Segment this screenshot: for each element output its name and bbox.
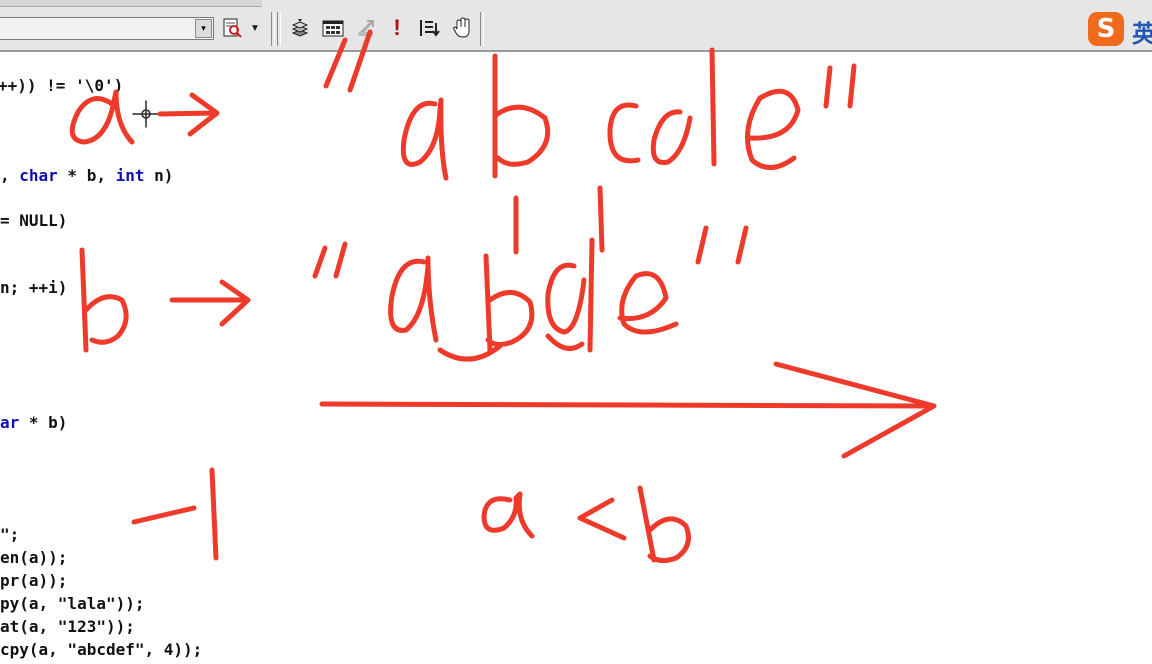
combo-dropdown-button[interactable]: ▾ [195, 19, 212, 38]
code-line: pr(a)); [0, 571, 68, 590]
build-icon[interactable] [320, 16, 346, 40]
ime-mode-label[interactable]: 英 [1132, 14, 1152, 49]
toolbar-top-strip [0, 0, 262, 7]
code-line: , char * b, int n) [0, 166, 174, 185]
sogou-logo-icon: S [1088, 12, 1124, 46]
code-line: at(a, "123")); [0, 617, 135, 636]
code-line: en(a)); [0, 548, 68, 567]
code-line: = NULL) [0, 211, 68, 230]
toolbar-separator [480, 12, 484, 46]
stop-build-icon[interactable] [354, 16, 378, 40]
find-in-files-icon[interactable] [220, 16, 244, 40]
code-editor[interactable]: ++)) != '\0') , char * b, int n) = NULL)… [0, 50, 1152, 664]
toolbar-separator [277, 12, 281, 46]
code-line: py(a, "lala")); [0, 594, 145, 613]
dropdown-arrow-icon[interactable]: ▼ [248, 16, 262, 40]
code-line: ar * b) [0, 413, 68, 432]
toolbar-separator [271, 12, 275, 46]
toolbar: ▾ ▼ ! S 英 [0, 0, 1152, 52]
code-line: cpy(a, "abcdef", 4)); [0, 640, 203, 659]
chevron-down-icon: ▾ [201, 23, 206, 33]
code-line: n; ++i) [0, 278, 68, 297]
input-method-indicator[interactable]: S [1088, 12, 1128, 48]
code-line: "; [0, 525, 20, 544]
go-icon[interactable] [416, 16, 442, 40]
breakpoint-hand-icon[interactable] [450, 16, 474, 40]
compile-icon[interactable] [288, 16, 312, 40]
execute-icon[interactable]: ! [388, 15, 406, 40]
wizard-combo-box[interactable]: ▾ [0, 17, 214, 40]
code-line: ++)) != '\0') [0, 76, 124, 95]
